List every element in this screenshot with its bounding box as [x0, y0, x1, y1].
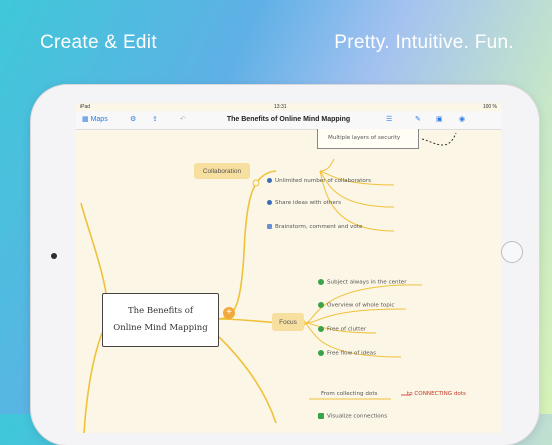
- check-icon: [318, 326, 324, 332]
- popup-text: Multiple layers of security: [328, 135, 401, 141]
- home-button[interactable]: [501, 241, 523, 263]
- focus-child-2[interactable]: Overview of whole topic: [318, 302, 394, 309]
- focus-child-1[interactable]: Subject always in the center: [318, 279, 407, 286]
- share-ideas-icon: [267, 200, 272, 205]
- promo-headline-left: Create & Edit: [40, 32, 157, 53]
- collab-child-1[interactable]: Unlimited number of collaborators: [267, 178, 371, 184]
- mindmap-connectors: [80, 132, 457, 433]
- focus-child-4[interactable]: Free flow of ideas: [318, 350, 376, 357]
- app-screen: iPad 13:31 100 % ▦ Maps ⚙ ⇪ ↶ The Benefi…: [76, 103, 501, 433]
- focus-child-3[interactable]: Free of clutter: [318, 326, 366, 333]
- brainstorm-icon: [267, 224, 272, 229]
- collaboration-node[interactable]: Collaboration: [194, 163, 250, 179]
- from-dots-node[interactable]: From collecting dots: [321, 391, 377, 397]
- add-branch-button[interactable]: +: [223, 307, 235, 319]
- focus-node[interactable]: Focus: [272, 313, 304, 331]
- security-popup[interactable]: Multiple layers of security: [317, 129, 419, 149]
- collab-child-2[interactable]: Share ideas with others: [267, 200, 341, 206]
- people-icon: [267, 178, 272, 183]
- to-dots-node[interactable]: to CONNECTING dots: [407, 391, 466, 397]
- check-icon: [318, 350, 324, 356]
- promo-headline-right: Pretty. Intuitive. Fun.: [334, 32, 514, 53]
- check-icon: [318, 302, 324, 308]
- camera-dot: [51, 253, 57, 259]
- central-topic[interactable]: The Benefits of Online Mind Mapping: [102, 293, 219, 347]
- collab-child-3[interactable]: Brainstorm, comment and vote: [267, 224, 362, 230]
- ipad-device: iPad 13:31 100 % ▦ Maps ⚙ ⇪ ↶ The Benefi…: [31, 85, 539, 445]
- check-icon: [318, 279, 324, 285]
